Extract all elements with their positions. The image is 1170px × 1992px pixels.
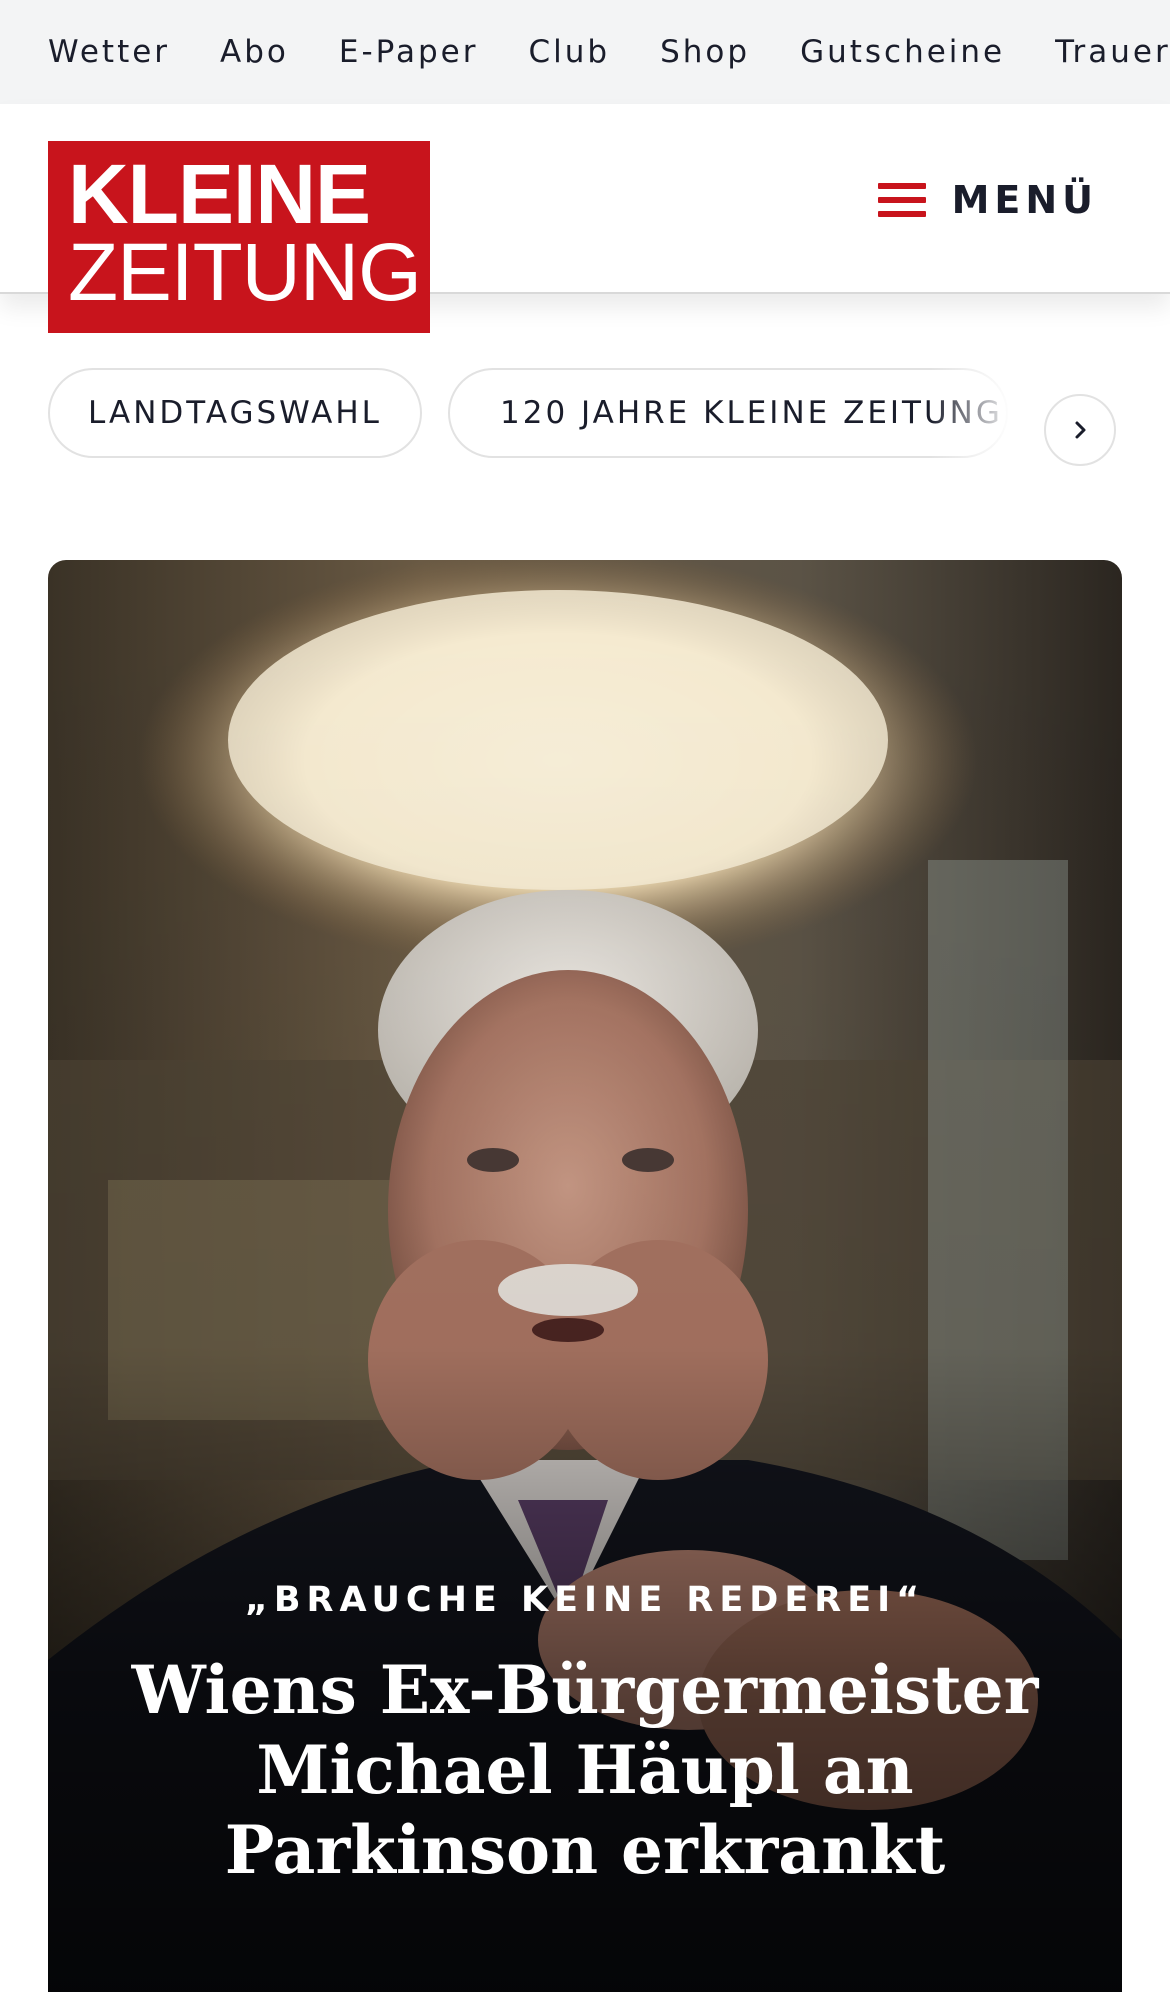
hamburger-icon — [877, 183, 926, 217]
site-header: KLEINE ZEITUNG MENÜ — [0, 104, 1170, 333]
hero-headline[interactable]: Wiens Ex-Bürgermeister Michael Häupl an … — [108, 1650, 1062, 1890]
hero-kicker: „BRAUCHE KEINE REDEREI“ — [244, 1580, 926, 1620]
utility-nav: Wetter Abo E-Paper Club Shop Gutscheine … — [0, 0, 1170, 104]
logo-line-1: KLEINE — [68, 147, 371, 241]
chips-next-button[interactable] — [1044, 394, 1116, 466]
site-logo[interactable]: KLEINE ZEITUNG — [48, 141, 430, 333]
utility-link-epaper[interactable]: E-Paper — [339, 34, 479, 70]
logo-line-2: ZEITUNG — [68, 227, 422, 318]
utility-link-club[interactable]: Club — [528, 34, 610, 70]
utility-nav-links: Wetter Abo E-Paper Club Shop Gutscheine … — [0, 0, 1170, 104]
menu-button[interactable]: MENÜ — [877, 170, 1098, 230]
hero-article-card[interactable]: „BRAUCHE KEINE REDEREI“ Wiens Ex-Bürgerm… — [48, 560, 1122, 1992]
chevron-right-icon — [1075, 421, 1086, 439]
menu-label: MENÜ — [951, 178, 1098, 222]
topic-chip-120-jahre[interactable]: 120 JAHRE KLEINE ZEITUNG — [448, 368, 1008, 458]
chips-fade-overlay — [930, 358, 1050, 478]
utility-link-abo[interactable]: Abo — [220, 34, 289, 70]
topic-chip-landtagswahl[interactable]: LANDTAGSWAHL — [48, 368, 422, 458]
topic-chips: LANDTAGSWAHL 120 JAHRE KLEINE ZEITUNG — [0, 358, 1170, 478]
utility-link-trauerportal[interactable]: Trauerportal — [1055, 34, 1170, 70]
utility-link-wetter[interactable]: Wetter — [48, 34, 170, 70]
utility-link-gutscheine[interactable]: Gutscheine — [800, 34, 1005, 70]
utility-link-shop[interactable]: Shop — [660, 34, 750, 70]
hero-text-block: „BRAUCHE KEINE REDEREI“ Wiens Ex-Bürgerm… — [48, 1580, 1122, 1890]
